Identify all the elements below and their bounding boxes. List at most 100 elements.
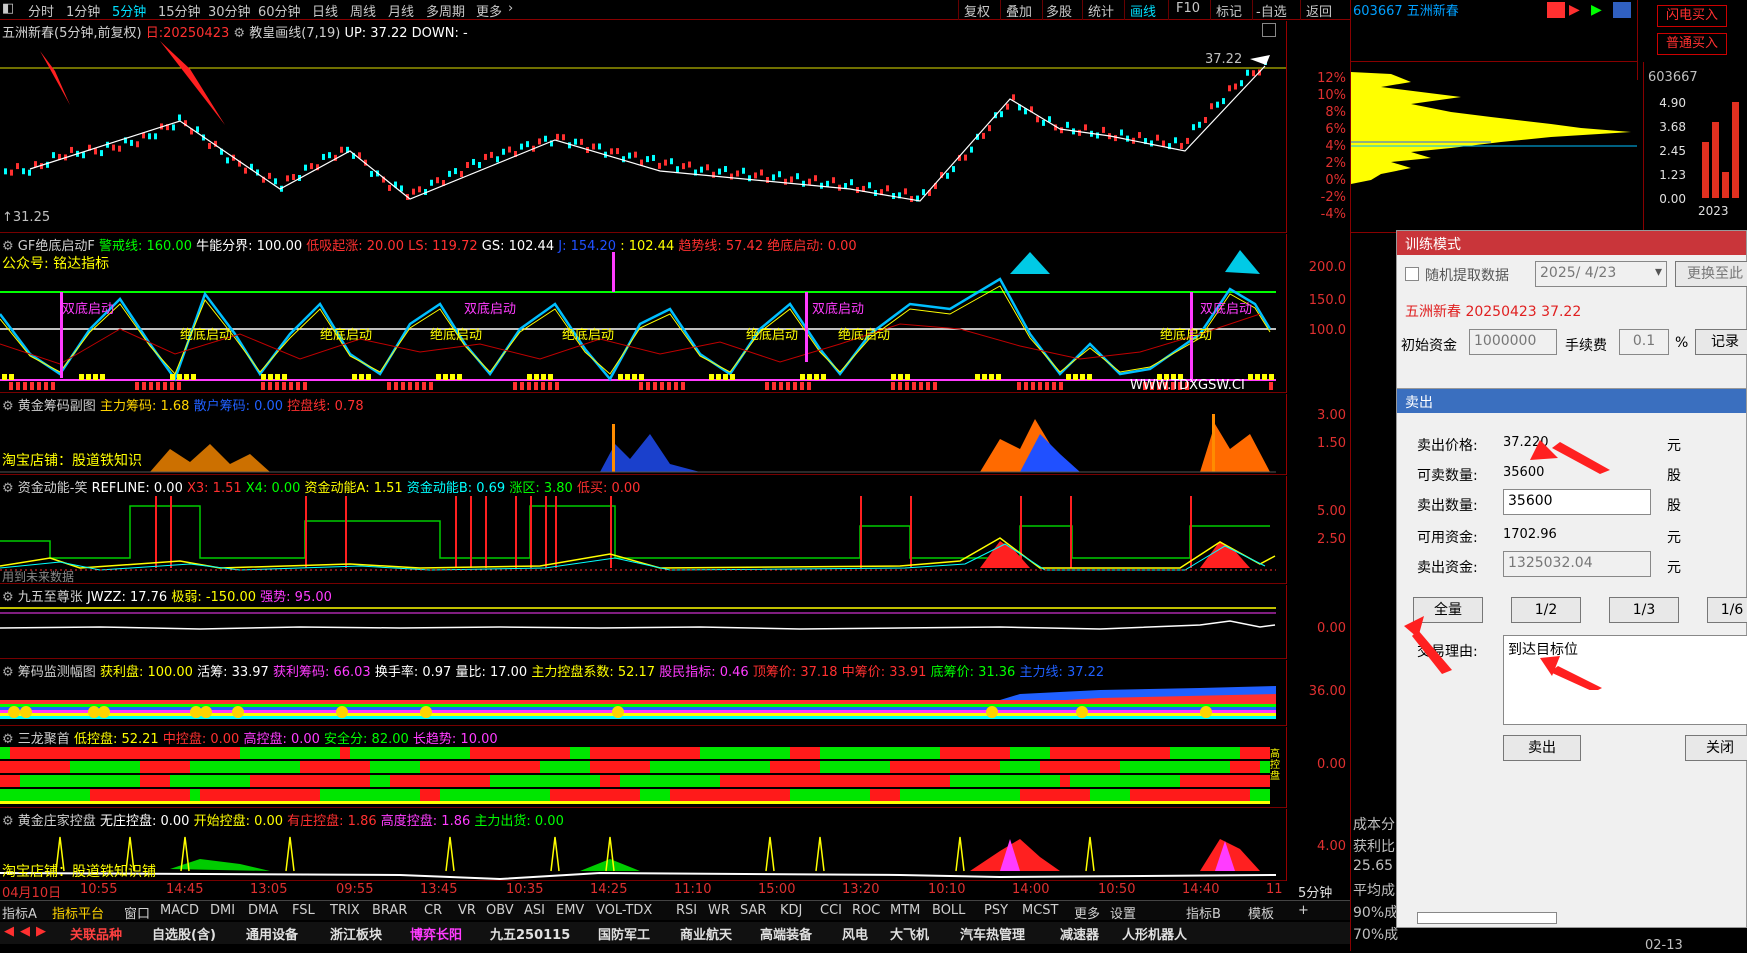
sector-tab[interactable]: 通用设备 [246, 924, 298, 943]
nav-arrow-icon[interactable]: ▶ [36, 924, 46, 939]
period-tab-60min[interactable]: 60分钟 [258, 1, 301, 20]
indicator-tab[interactable]: FSL [292, 903, 315, 918]
random-checkbox[interactable] [1405, 267, 1419, 281]
date-picker[interactable]: 2025/ 4/23 ▾ [1535, 261, 1667, 287]
indicator-tab[interactable]: CCI [820, 903, 842, 918]
toolbar-multistock[interactable]: 多股 [1046, 1, 1072, 20]
indicator-tab[interactable]: OBV [486, 903, 514, 918]
indicator-right-tab[interactable]: 模板 [1248, 903, 1274, 922]
sector-tab[interactable]: 汽车热管理 [960, 924, 1025, 943]
golden-chip-panel[interactable]: ⚙ 黄金筹码副图 主力筹码: 1.68 散户筹码: 0.00 控盘线: 0.78… [0, 394, 1286, 475]
indicator-tab[interactable]: MTM [890, 903, 920, 918]
sector-tab[interactable]: 国防军工 [598, 924, 650, 943]
sector-tab[interactable]: 风电 [842, 924, 868, 943]
nav-arrow-icon[interactable]: ◀ [4, 924, 14, 939]
indicator-tab[interactable]: MCST [1022, 903, 1059, 918]
stripe-cell [630, 775, 640, 787]
chip-monitor-panel[interactable]: ⚙ 筹码监测幅图 获利盘: 100.00 活筹: 33.97 获利筹码: 66.… [0, 660, 1286, 726]
toolbar-fuquan[interactable]: 复权 [964, 1, 990, 20]
more-chevron-icon[interactable]: › [508, 1, 513, 16]
indicator-tab[interactable]: VR [458, 903, 476, 918]
sector-tab[interactable]: 九五250115 [490, 924, 570, 943]
horizontal-scrollbar[interactable] [1417, 912, 1557, 924]
flash-buy-button[interactable]: 闪电买入 [1657, 5, 1727, 27]
sector-tab[interactable]: 商业航天 [680, 924, 732, 943]
indicator-tab[interactable]: 窗口 [124, 903, 150, 922]
indicator-tab[interactable]: RSI [676, 903, 697, 918]
jwzz-panel[interactable]: ⚙ 九五至尊张 JWZZ: 17.76 极弱: -150.00 强势: 95.0… [0, 585, 1286, 659]
toolbar-draw[interactable]: 画线 [1130, 1, 1156, 20]
switch-here-button[interactable]: 更换至此 [1675, 261, 1747, 287]
sell-submit-button[interactable]: 卖出 [1503, 735, 1581, 761]
period-tab-multi[interactable]: 多周期 [426, 1, 465, 20]
toolbar-mark[interactable]: 标记 [1216, 1, 1242, 20]
indicator-tab[interactable]: SAR [740, 903, 766, 918]
sector-tab[interactable]: 关联品种 [70, 924, 122, 943]
toolbar-stats[interactable]: 统计 [1088, 1, 1114, 20]
main-kline-panel[interactable]: 五洲新春(5分钟,前复权) 日:20250423 ⚙ 教皇画线(7,19) UP… [0, 21, 1286, 233]
sector-tab[interactable]: 人形机器人 [1122, 924, 1187, 943]
indicator-tab[interactable]: CR [424, 903, 442, 918]
record-button[interactable]: 记录 [1695, 329, 1747, 355]
indicator-right-tab[interactable]: 指标B [1186, 903, 1221, 922]
period-tab-15min[interactable]: 15分钟 [158, 1, 201, 20]
flag-icon[interactable] [1547, 2, 1565, 18]
sector-tab[interactable]: 浙江板块 [330, 924, 382, 943]
window-icon[interactable] [1613, 2, 1631, 18]
candle [430, 179, 433, 186]
indicator-tab[interactable]: VOL-TDX [596, 903, 652, 918]
ratio-sixth-button[interactable]: 1/6 [1707, 597, 1747, 623]
dealer-control-panel[interactable]: ⚙ 黄金庄家控盘 无庄控盘: 0.00 开始控盘: 0.00 有庄控盘: 1.8… [0, 809, 1286, 881]
toolbar-f10[interactable]: F10 [1176, 1, 1200, 16]
gf-indicator-panel[interactable]: ⚙ GF绝底启动F 警戒线: 160.00 牛能分界: 100.00 低吸起涨:… [0, 234, 1286, 393]
indicator-tab[interactable]: DMI [210, 903, 235, 918]
toolbar-add-favorite[interactable]: -自选 [1256, 1, 1287, 20]
indicator-tab[interactable]: 指标平台 [52, 903, 104, 922]
indicator-tab[interactable]: BRAR [372, 903, 407, 918]
period-tab-more[interactable]: 更多 [476, 1, 502, 20]
indicator-tab[interactable]: ROC [852, 903, 880, 918]
indicator-tab[interactable]: PSY [984, 903, 1008, 918]
indicator-tab[interactable]: TRIX [330, 903, 360, 918]
sector-tab[interactable]: 减速器 [1060, 924, 1099, 943]
indicator-tab[interactable]: KDJ [780, 903, 802, 918]
stripe-cell [880, 789, 890, 801]
period-tab-1min[interactable]: 1分钟 [66, 1, 100, 20]
init-cash-input[interactable]: 1000000 [1469, 329, 1557, 355]
indicator-tab[interactable]: EMV [556, 903, 584, 918]
toolbar-back[interactable]: 返回 [1306, 1, 1332, 20]
arrow-right-icon[interactable]: ▶ [1569, 2, 1587, 18]
indicator-tab[interactable]: 更多 [1074, 903, 1100, 922]
sector-tab[interactable]: 博弈长阳 [410, 924, 462, 943]
site-watermark: WWW.TDXGSW.CI [1130, 378, 1245, 393]
toolbar-overlay[interactable]: 叠加 [1006, 1, 1032, 20]
period-tab-month[interactable]: 月线 [388, 1, 414, 20]
sector-tab[interactable]: 自选股(含) [152, 924, 216, 943]
indicator-tab[interactable]: 设置 [1110, 903, 1136, 922]
stripe-cell [1040, 747, 1050, 759]
indicator-tab[interactable]: DMA [248, 903, 278, 918]
close-button[interactable]: 关闭 [1685, 735, 1747, 761]
normal-buy-button[interactable]: 普通买入 [1657, 33, 1727, 55]
indicator-tab[interactable]: BOLL [932, 903, 965, 918]
sector-tab[interactable]: 高端装备 [760, 924, 812, 943]
period-tab-5min[interactable]: 5分钟 [112, 1, 146, 20]
signal-bar [534, 374, 539, 380]
period-tab-30min[interactable]: 30分钟 [208, 1, 251, 20]
period-tab-week[interactable]: 周线 [350, 1, 376, 20]
toolbar-menu-icon[interactable]: ◧ [2, 1, 14, 16]
indicator-tab[interactable]: MACD [160, 903, 199, 918]
period-tab-fenshi[interactable]: 分时 [28, 1, 54, 20]
play-icon[interactable]: ▶ [1591, 2, 1609, 18]
indicator-tab[interactable]: 指标A [2, 903, 37, 922]
indicator-tab[interactable]: WR [708, 903, 730, 918]
fund-momentum-panel[interactable]: ⚙ 资金动能-笑 REFLINE: 0.00 X3: 1.51 X4: 0.00… [0, 476, 1286, 584]
nav-arrow-icon[interactable]: ◀ [20, 924, 30, 939]
sector-tab[interactable]: 大飞机 [890, 924, 929, 943]
indicator-right-tab[interactable]: + [1298, 903, 1309, 918]
indicator-tab[interactable]: ASI [524, 903, 545, 918]
three-dragons-panel[interactable]: ⚙ 三龙聚首 低控盘: 52.21 中控盘: 0.00 高控盘: 0.00 安全… [0, 727, 1286, 808]
period-tab-day[interactable]: 日线 [312, 1, 338, 20]
fund-signal-bar [305, 496, 307, 568]
fee-input[interactable]: 0.1 [1619, 329, 1669, 355]
